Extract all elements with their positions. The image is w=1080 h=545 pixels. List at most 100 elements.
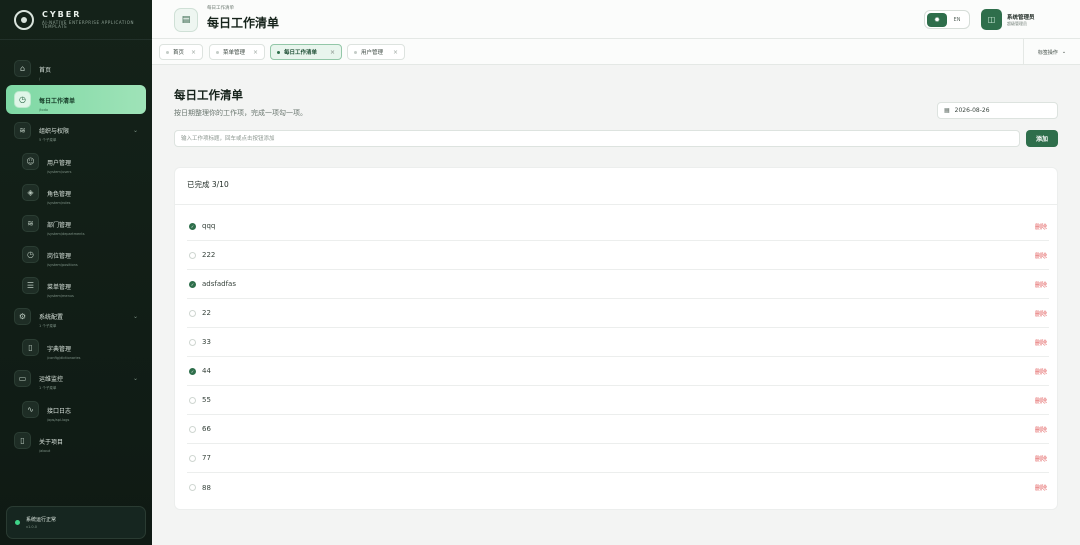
delete-button[interactable]: 删除 — [1035, 251, 1047, 260]
sidebar-item-path: /system/roles — [47, 200, 71, 205]
sidebar-item-todo[interactable]: ◷ 每日工作清单/todo — [6, 85, 146, 114]
system-status: 系统运行正常 v1.0.0 — [6, 506, 146, 539]
sidebar-item-path: /about — [39, 448, 51, 453]
brand[interactable]: CYBER AI-NATIVE ENTERPRISE APPLICATION T… — [0, 0, 152, 40]
sidebar-item-path: 1 个子菜单 — [39, 386, 57, 390]
list-item[interactable]: 33 删除 — [187, 328, 1049, 357]
sidebar-item-path: /system/departments — [47, 231, 85, 236]
date-picker[interactable]: ▦ 2026-08-26 — [937, 102, 1058, 119]
list-item[interactable]: 77 删除 — [187, 444, 1049, 473]
sidebar-item-label: 首页 — [39, 66, 52, 74]
unchecked-circle-icon[interactable] — [189, 484, 196, 491]
unchecked-circle-icon[interactable] — [189, 425, 196, 433]
sidebar-item-api-logs[interactable]: ∿ 接口日志/ops/api-logs — [14, 395, 146, 424]
delete-button[interactable]: 删除 — [1035, 396, 1047, 405]
sidebar-item-path: /config/dictionaries — [47, 355, 81, 360]
sidebar-group-ops[interactable]: ▭ 运维监控 1 个子菜单 ⌄ — [6, 364, 146, 393]
sidebar-item-label: 运维监控 — [39, 376, 64, 383]
language-option[interactable]: EN — [947, 17, 967, 23]
book-icon: ▯ — [22, 339, 39, 356]
close-icon[interactable]: × — [191, 49, 196, 56]
task-title: 44 — [202, 367, 211, 375]
sidebar-item-label: 字典管理 — [47, 345, 72, 353]
status-version: v1.0.0 — [26, 525, 37, 529]
list-item[interactable]: ✓ adsfadfas 删除 — [187, 270, 1049, 299]
delete-button[interactable]: 删除 — [1035, 483, 1047, 492]
unchecked-circle-icon[interactable] — [189, 454, 196, 462]
sidebar-item-home[interactable]: ⌂ 首页 / — [6, 54, 146, 83]
tab-users[interactable]: 用户管理 × — [347, 44, 405, 60]
main-content: 每日工作清单 按日期整理你的工作项，完成一项勾一项。 ▦ 2026-08-26 … — [152, 65, 1080, 545]
page-title: 每日工作清单 — [174, 88, 243, 102]
list-item[interactable]: ✓ 44 删除 — [187, 357, 1049, 386]
checked-circle-icon[interactable]: ✓ — [189, 367, 196, 375]
status-title: 系统运行正常 — [26, 517, 57, 523]
sidebar-item-path: /ops/api-logs — [47, 417, 70, 422]
delete-button[interactable]: 删除 — [1035, 338, 1047, 347]
home-icon: ⌂ — [14, 60, 31, 77]
tab-dot-icon — [354, 50, 357, 54]
book-icon: ▯ — [14, 432, 31, 449]
delete-button[interactable]: 删除 — [1035, 425, 1047, 434]
tab-home[interactable]: 首页 × — [159, 44, 203, 60]
tabs-bar: 首页 × 菜单管理 × 每日工作清单 × 用户管理 × 标签操作 ⌄ — [152, 39, 1080, 65]
close-icon[interactable]: × — [253, 49, 258, 56]
task-title: 33 — [202, 338, 211, 346]
close-icon[interactable]: × — [330, 49, 335, 56]
sidebar-item-label: 用户管理 — [47, 159, 72, 167]
sidebar-item-about[interactable]: ▯ 关于项目/about — [6, 426, 146, 455]
list-item[interactable]: 55 删除 — [187, 386, 1049, 415]
theme-language-toggle[interactable]: ✹ EN — [924, 10, 970, 29]
gear-icon: ⚙ — [14, 308, 31, 325]
sun-icon[interactable]: ✹ — [927, 12, 947, 27]
menu-list-icon: ☰ — [22, 277, 39, 294]
close-icon[interactable]: × — [393, 49, 398, 56]
delete-button[interactable]: 删除 — [1035, 222, 1047, 231]
delete-button[interactable]: 删除 — [1035, 280, 1047, 289]
unchecked-circle-icon[interactable] — [189, 396, 196, 404]
tab-todo[interactable]: 每日工作清单 × — [270, 44, 342, 60]
add-button[interactable]: 添加 — [1026, 130, 1058, 147]
divider — [175, 204, 1057, 205]
sidebar-item-roles[interactable]: ◈ 角色管理/system/roles — [14, 178, 146, 207]
sidebar-item-label: 组织与权限 — [39, 128, 70, 135]
sidebar-item-path: /system/menus — [47, 293, 74, 298]
sidebar-group-config[interactable]: ⚙ 系统配置 1 个子菜单 ⌄ — [6, 302, 146, 331]
delete-button[interactable]: 删除 — [1035, 309, 1047, 318]
list-item[interactable]: 222 删除 — [187, 241, 1049, 270]
sidebar-item-label: 菜单管理 — [47, 283, 72, 291]
task-title: 66 — [202, 425, 211, 433]
sidebar-item-users[interactable]: ☺ 用户管理/system/users — [14, 147, 146, 176]
sidebar-menu: ⌂ 首页 / ◷ 每日工作清单/todo ≋ 组织与权限 5 个子菜单 ⌄ ☺ 用户… — [0, 40, 152, 455]
task-input[interactable] — [174, 130, 1020, 147]
list-item[interactable]: 88 删除 — [187, 473, 1049, 502]
user-role: 超级管理员 — [1007, 21, 1027, 26]
sidebar-item-dictionaries[interactable]: ▯ 字典管理/config/dictionaries — [14, 333, 146, 362]
task-title: 77 — [202, 454, 211, 462]
task-title: 22 — [202, 309, 211, 317]
delete-button[interactable]: 删除 — [1035, 454, 1047, 463]
user-name[interactable]: 系统管理员 — [1007, 13, 1035, 21]
list-item[interactable]: ✓ qqq 删除 — [187, 212, 1049, 241]
checked-circle-icon[interactable]: ✓ — [189, 222, 196, 230]
sidebar-item-departments[interactable]: ≋ 部门管理/system/departments — [14, 209, 146, 238]
chevron-down-icon: ⌄ — [1061, 49, 1067, 55]
tab-operations-dropdown[interactable]: 标签操作 ⌄ — [1023, 39, 1080, 65]
tab-menus[interactable]: 菜单管理 × — [209, 44, 265, 60]
sidebar-item-menus[interactable]: ☰ 菜单管理/system/menus — [14, 271, 146, 300]
list-item[interactable]: 66 删除 — [187, 415, 1049, 444]
list-item[interactable]: 22 删除 — [187, 299, 1049, 328]
sidebar-item-positions[interactable]: ◷ 岗位管理/system/positions — [14, 240, 146, 269]
unchecked-circle-icon[interactable] — [189, 251, 196, 259]
delete-button[interactable]: 删除 — [1035, 367, 1047, 376]
breadcrumb: 每日工作清单 — [207, 6, 234, 11]
logo-icon — [14, 9, 34, 30]
checked-circle-icon[interactable]: ✓ — [189, 280, 196, 288]
task-title: qqq — [202, 222, 216, 230]
unchecked-circle-icon[interactable] — [189, 338, 196, 346]
unchecked-circle-icon[interactable] — [189, 309, 196, 317]
sidebar-group-org[interactable]: ≋ 组织与权限 5 个子菜单 ⌄ — [6, 116, 146, 145]
avatar[interactable]: ◫ — [981, 9, 1002, 30]
layout-icon[interactable]: ▤ — [174, 8, 198, 32]
monitor-icon: ▭ — [14, 370, 31, 387]
